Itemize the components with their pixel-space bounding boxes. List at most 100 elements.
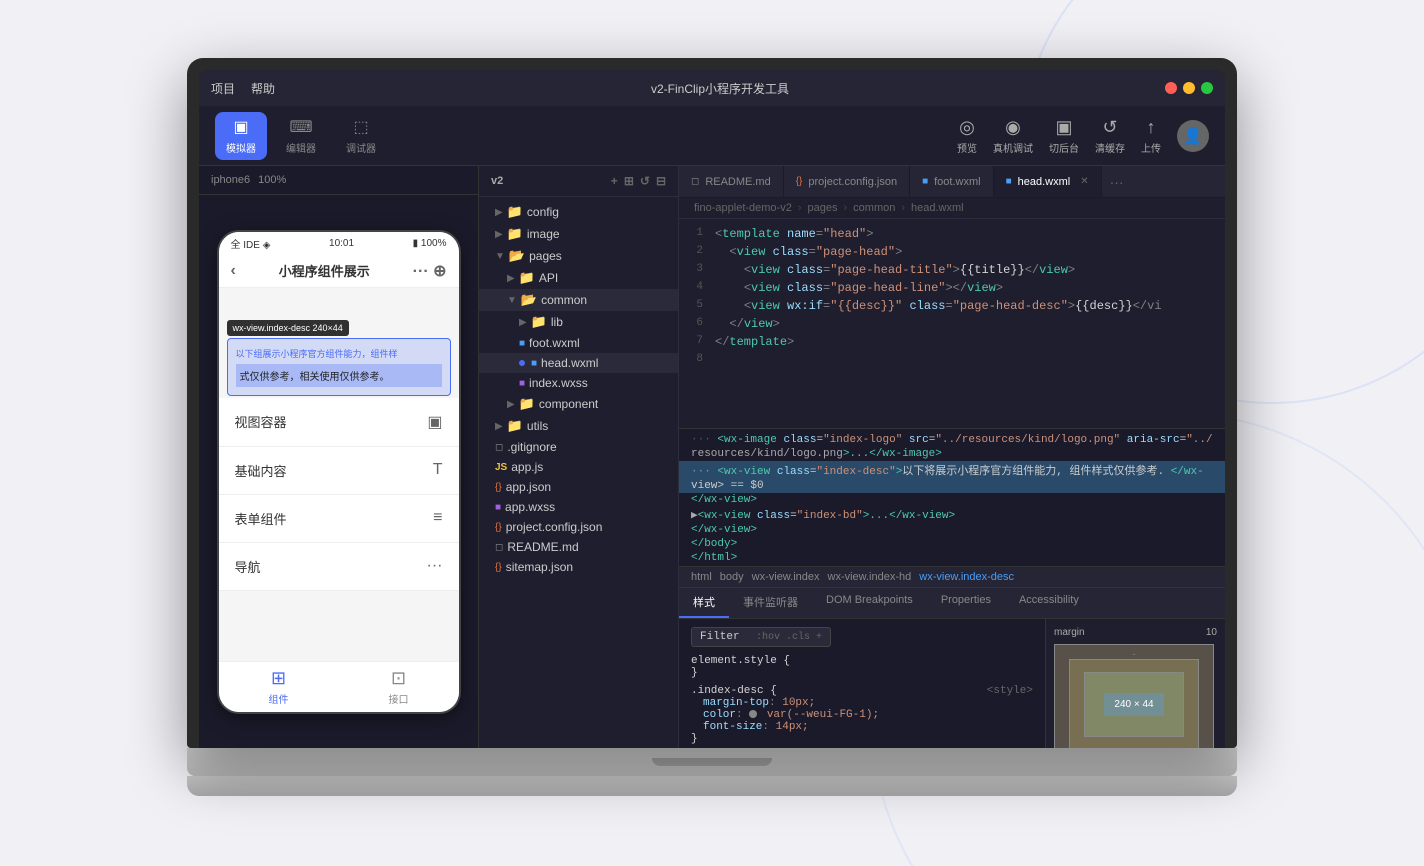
close-button[interactable] — [1165, 82, 1177, 94]
file-app-wxss[interactable]: ■ app.wxss — [479, 497, 678, 517]
phone-title-bar: ‹ 小程序组件展示 ··· ⊕ — [219, 255, 459, 288]
folder-component[interactable]: ▶ 📁 component — [479, 393, 678, 415]
refresh-icon[interactable]: ↺ — [640, 174, 650, 188]
nav-item-component[interactable]: ⊞ 组件 — [219, 668, 339, 706]
upload-label: 上传 — [1141, 140, 1161, 155]
tab-headwxml[interactable]: ■ head.wxml ✕ — [994, 166, 1102, 197]
folder-pages[interactable]: ▼ 📂 pages — [479, 245, 678, 267]
editor-button[interactable]: ⌨ 编辑器 — [275, 112, 327, 160]
basiccontent-icon: T — [433, 461, 443, 479]
tabs-more-button[interactable]: ··· — [1102, 174, 1132, 190]
menu-item-viewcontainer[interactable]: 视图容器 ▣ — [219, 398, 459, 447]
folder-common[interactable]: ▼ 📂 common — [479, 289, 678, 311]
line-number: 3 — [679, 263, 715, 275]
devtools-tab-accessibility[interactable]: Accessibility — [1005, 588, 1093, 618]
debug-button[interactable]: ⬚ 调试器 — [335, 112, 387, 160]
border-label: - — [1133, 649, 1136, 659]
folder-utils[interactable]: ▶ 📁 utils — [479, 415, 678, 437]
menu-item-formcomponent[interactable]: 表单组件 ≡ — [219, 495, 459, 543]
md-file-icon: ◻ — [495, 542, 503, 553]
menu-item-help[interactable]: 帮助 — [251, 80, 275, 97]
file-sitemap[interactable]: {} sitemap.json — [479, 557, 678, 577]
file-tree: ▶ 📁 config ▶ 📁 image ▼ — [479, 197, 678, 581]
file-gitignore[interactable]: ◻ .gitignore — [479, 437, 678, 457]
css-filter-input[interactable]: Filter :hov .cls + — [691, 627, 831, 647]
simulator-button[interactable]: ▣ 模拟器 — [215, 112, 267, 160]
formcomponent-icon: ≡ — [433, 509, 442, 527]
nav-item-api[interactable]: ⊡ 接口 — [339, 668, 459, 706]
file-index-wxss[interactable]: ■ index.wxss — [479, 373, 678, 393]
folder-config-label: config — [527, 205, 559, 219]
menu-item-navigation[interactable]: 导航 ··· — [219, 543, 459, 591]
devtools-tab-properties[interactable]: Properties — [927, 588, 1005, 618]
minimize-button[interactable] — [1183, 82, 1195, 94]
line-content: <view class="page-head-line"></view> — [715, 281, 1225, 295]
tab-close-icon[interactable]: ✕ — [1080, 176, 1088, 187]
chevron-icon: ▶ — [495, 207, 503, 218]
chevron-icon: ▼ — [495, 251, 505, 262]
laptop-base — [187, 748, 1237, 776]
upload-action[interactable]: ↑ 上传 — [1141, 117, 1161, 155]
file-head-wxml[interactable]: ■ head.wxml — [479, 353, 678, 373]
json-file-icon: {} — [495, 522, 502, 533]
css-prop-color: color — [703, 709, 736, 721]
phone-frame: 全 IDE ◈ 10:01 ▮ 100% ‹ 小程序组件展示 ··· ⊕ — [199, 195, 478, 748]
cut-action[interactable]: ▣ 切后台 — [1049, 117, 1079, 155]
new-file-icon[interactable]: + — [611, 174, 618, 188]
tab-headwxml-icon: ■ — [1006, 176, 1012, 187]
line-content: </view> — [715, 317, 1225, 331]
devtools-tab-dombreakpoints[interactable]: DOM Breakpoints — [812, 588, 927, 618]
box-model-margin-val: 10 — [1206, 627, 1217, 638]
folder-image[interactable]: ▶ 📁 image — [479, 223, 678, 245]
html-path-wxview-desc[interactable]: wx-view.index-desc — [919, 571, 1014, 583]
folder-api[interactable]: ▶ 📁 API — [479, 267, 678, 289]
tab-projectconfig[interactable]: {} project.config.json — [784, 166, 910, 197]
explorer-icons: + ⊞ ↺ ⊟ — [611, 174, 666, 188]
clearcache-action[interactable]: ↺ 清缓存 — [1095, 117, 1125, 155]
realtest-icon: ◉ — [1005, 117, 1021, 138]
folder-image-label: image — [527, 227, 560, 241]
file-foot-wxml[interactable]: ■ foot.wxml — [479, 333, 678, 353]
folder-pages-label: pages — [529, 249, 562, 263]
component-nav-label: 组件 — [269, 691, 289, 706]
file-project-config[interactable]: {} project.config.json — [479, 517, 678, 537]
app-wxss-label: app.wxss — [505, 500, 555, 514]
folder-icon: 📁 — [531, 314, 547, 330]
readme-label: README.md — [507, 540, 578, 554]
devtools-tab-styles[interactable]: 样式 — [679, 588, 729, 618]
code-scroll[interactable]: 1 <template name="head"> 2 <view class="… — [679, 219, 1225, 428]
phone-content: wx-view.index-desc 240×44 以下组展示小程序官方组件能力… — [219, 288, 459, 661]
explorer-header: v2 + ⊞ ↺ ⊟ — [479, 166, 678, 197]
preview-action[interactable]: ◎ 预览 — [957, 117, 977, 155]
html-line-5: </wx-view> — [679, 493, 1225, 507]
tab-footwxml[interactable]: ■ foot.wxml — [910, 166, 994, 197]
folder-config[interactable]: ▶ 📁 config — [479, 201, 678, 223]
file-readme[interactable]: ◻ README.md — [479, 537, 678, 557]
devtools-html-view: ··· <wx-image class="index-logo" src="..… — [679, 429, 1225, 567]
active-indicator — [519, 360, 525, 366]
file-app-json[interactable]: {} app.json — [479, 477, 678, 497]
head-wxml-label: head.wxml — [541, 356, 598, 370]
laptop-screen: 项目 帮助 v2-FinClip小程序开发工具 ▣ 模拟器 — [199, 70, 1225, 748]
json-file-icon: {} — [495, 562, 502, 573]
avatar[interactable]: 👤 — [1177, 120, 1209, 152]
toolbar-left: ▣ 模拟器 ⌨ 编辑器 ⬚ 调试器 — [215, 112, 387, 160]
tab-readme[interactable]: ◻ README.md — [679, 166, 784, 197]
devtools-tab-eventlisteners[interactable]: 事件监听器 — [729, 588, 812, 618]
line-content: </template> — [715, 335, 1225, 349]
clearcache-icon: ↺ — [1102, 117, 1117, 138]
breadcrumb: fino-applet-demo-v2 › pages › common › h… — [679, 198, 1225, 219]
menu-item-basiccontent[interactable]: 基础内容 T — [219, 447, 459, 495]
wxss-file-icon: ■ — [519, 378, 525, 389]
line-number: 5 — [679, 299, 715, 311]
new-folder-icon[interactable]: ⊞ — [624, 174, 634, 188]
line-content — [715, 353, 1225, 367]
folder-lib[interactable]: ▶ 📁 lib — [479, 311, 678, 333]
breadcrumb-pages: pages — [808, 202, 838, 214]
device-label: iphone6 — [211, 174, 250, 186]
file-app-js[interactable]: JS app.js — [479, 457, 678, 477]
collapse-icon[interactable]: ⊟ — [656, 174, 666, 188]
realtest-action[interactable]: ◉ 真机调试 — [993, 117, 1033, 155]
menu-item-project[interactable]: 项目 — [211, 80, 235, 97]
maximize-button[interactable] — [1201, 82, 1213, 94]
